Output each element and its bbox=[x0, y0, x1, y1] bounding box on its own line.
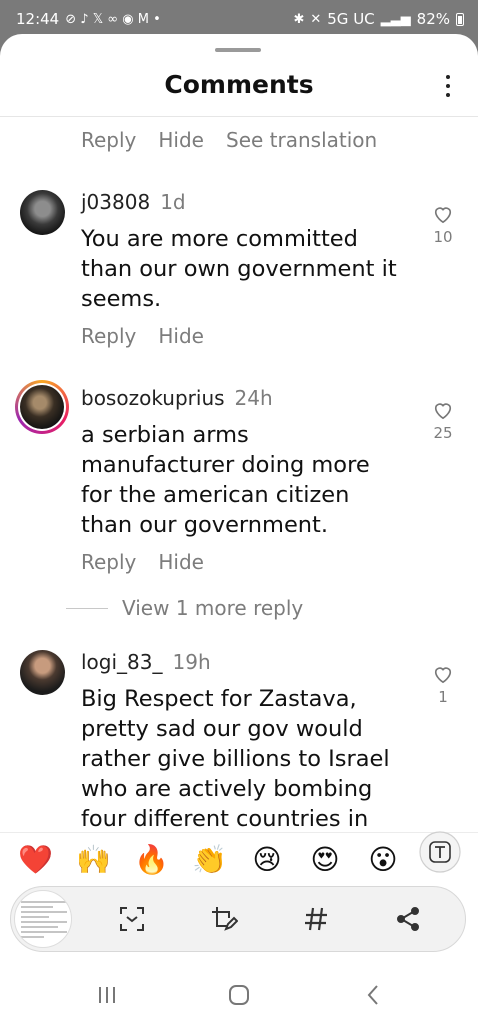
reply-button[interactable]: Reply bbox=[81, 128, 136, 152]
like-count: 1 bbox=[438, 688, 448, 706]
screenshot-thumbnail[interactable] bbox=[14, 890, 72, 948]
comment-text: Big Respect for Zastava, pretty sad our … bbox=[81, 686, 390, 832]
timestamp: 19h bbox=[172, 650, 211, 674]
recent-apps-icon[interactable] bbox=[92, 980, 122, 1010]
back-icon[interactable] bbox=[358, 980, 388, 1010]
status-right: ✱ ✕ 5G UC ▂▃▅ 82% bbox=[293, 10, 464, 28]
username[interactable]: j03808 bbox=[81, 190, 150, 214]
comment-meta: bosozokuprius 24h bbox=[81, 386, 273, 410]
emoji-button[interactable]: 🙌 bbox=[76, 843, 111, 877]
status-time: 12:44 bbox=[16, 10, 60, 28]
timestamp: 24h bbox=[234, 386, 273, 410]
heart-icon bbox=[434, 667, 452, 684]
drag-handle[interactable] bbox=[215, 48, 261, 52]
reply-button[interactable]: Reply bbox=[81, 324, 136, 348]
comment-text: a serbian arms manufacturer doing more f… bbox=[81, 422, 370, 538]
header-divider bbox=[0, 116, 478, 117]
screenshot-toolbar bbox=[10, 886, 466, 952]
hashtag-icon[interactable] bbox=[299, 902, 333, 936]
hide-button[interactable]: Hide bbox=[158, 550, 204, 574]
comment-text: You are more committed than our own gove… bbox=[81, 226, 397, 312]
comment-actions: Reply Hide bbox=[81, 324, 204, 348]
signal-icon: ▂▃▅ bbox=[380, 11, 411, 27]
like-count: 25 bbox=[433, 424, 453, 442]
text-format-icon[interactable] bbox=[418, 830, 462, 874]
page-title: Comments bbox=[164, 70, 314, 99]
emoji-button[interactable]: 😢 bbox=[250, 843, 284, 877]
comment-meta: logi_83_ 19h bbox=[81, 650, 211, 674]
reply-button[interactable]: Reply bbox=[81, 550, 136, 574]
view-more-label: View 1 more reply bbox=[122, 596, 304, 620]
username[interactable]: logi_83_ bbox=[81, 650, 163, 674]
avatar bbox=[20, 385, 64, 429]
emoji-reaction-bar: ❤️ 🙌 🔥 👏 😢 😍 😮 bbox=[0, 832, 478, 890]
avatar[interactable] bbox=[20, 190, 65, 235]
username[interactable]: bosozokuprius bbox=[81, 386, 225, 410]
avatar-story-ring[interactable] bbox=[15, 380, 69, 434]
home-icon[interactable] bbox=[224, 980, 254, 1010]
like-count: 10 bbox=[433, 228, 453, 246]
emoji-button[interactable]: 😍 bbox=[308, 843, 342, 877]
emoji-button[interactable]: 😮 bbox=[366, 843, 400, 877]
comments-sheet: Comments Reply Hide See translation j038… bbox=[0, 34, 478, 1024]
like-button[interactable]: 10 bbox=[428, 204, 458, 246]
edit-crop-icon[interactable] bbox=[207, 902, 241, 936]
hide-button[interactable]: Hide bbox=[158, 128, 204, 152]
battery-label: 82% bbox=[416, 10, 450, 28]
emoji-button[interactable]: 👏 bbox=[192, 843, 227, 877]
view-more-replies[interactable]: View 1 more reply bbox=[66, 596, 303, 620]
comment-meta: j03808 1d bbox=[81, 190, 186, 214]
notification-icons: ⊘ ♪ 𝕏 ∞ ◉ M • bbox=[65, 11, 161, 27]
smart-select-icon[interactable] bbox=[115, 902, 149, 936]
mute-icon: ✕ bbox=[310, 11, 322, 27]
share-icon[interactable] bbox=[391, 902, 425, 936]
more-options-icon[interactable] bbox=[438, 72, 458, 100]
system-nav-bar bbox=[0, 964, 478, 1024]
see-translation-button[interactable]: See translation bbox=[226, 128, 377, 152]
bluetooth-icon: ✱ bbox=[293, 11, 305, 27]
like-button[interactable]: 1 bbox=[428, 664, 458, 706]
hide-button[interactable]: Hide bbox=[158, 324, 204, 348]
divider-line bbox=[66, 607, 108, 609]
status-bar: 12:44 ⊘ ♪ 𝕏 ∞ ◉ M • ✱ ✕ 5G UC ▂▃▅ 82% bbox=[0, 0, 478, 38]
emoji-button[interactable]: ❤️ bbox=[18, 843, 53, 877]
comment-actions: Reply Hide bbox=[81, 550, 204, 574]
heart-icon bbox=[434, 403, 452, 420]
timestamp: 1d bbox=[160, 190, 186, 214]
network-label: 5G UC bbox=[327, 10, 375, 28]
prev-comment-actions: Reply Hide See translation bbox=[81, 128, 377, 152]
status-left: 12:44 ⊘ ♪ 𝕏 ∞ ◉ M • bbox=[16, 10, 161, 28]
avatar[interactable] bbox=[20, 650, 65, 695]
battery-icon bbox=[456, 12, 464, 26]
like-button[interactable]: 25 bbox=[428, 400, 458, 442]
heart-icon bbox=[434, 207, 452, 224]
emoji-button[interactable]: 🔥 bbox=[134, 843, 169, 877]
